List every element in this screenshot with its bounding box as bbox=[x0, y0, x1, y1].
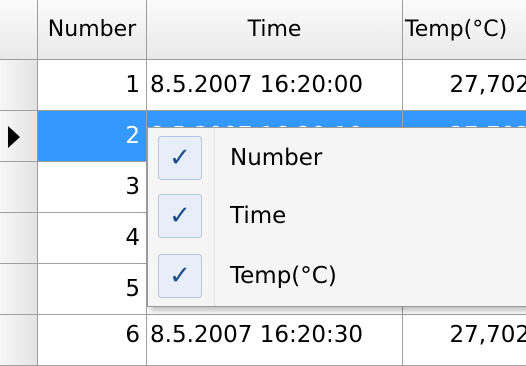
row-indicator-current[interactable] bbox=[0, 111, 38, 162]
checkmark-icon: ✓ bbox=[158, 254, 202, 298]
cell-time[interactable]: 8.5.2007 16:20:00 bbox=[147, 60, 403, 111]
row-indicator[interactable] bbox=[0, 264, 38, 315]
column-header-temp[interactable]: Temp(°C) bbox=[403, 0, 526, 60]
row-indicator[interactable] bbox=[0, 60, 38, 111]
column-header-time[interactable]: Time bbox=[147, 0, 403, 60]
cell-number[interactable]: 3 bbox=[38, 162, 147, 213]
row-indicator[interactable] bbox=[0, 213, 38, 264]
menu-item-label: Temp(°C) bbox=[230, 263, 337, 289]
checkmark-icon: ✓ bbox=[158, 194, 202, 238]
cell-number[interactable]: 4 bbox=[38, 213, 147, 264]
row-indicator[interactable] bbox=[0, 162, 38, 213]
menu-item-label: Time bbox=[230, 203, 287, 229]
cell-number[interactable]: 6 bbox=[38, 315, 147, 366]
row-header-corner bbox=[0, 0, 38, 60]
menu-item-label: Number bbox=[230, 145, 323, 171]
row-indicator[interactable] bbox=[0, 315, 38, 366]
cell-number[interactable]: 1 bbox=[38, 60, 147, 111]
menu-item-temp[interactable]: ✓ Temp(°C) bbox=[148, 250, 526, 302]
cell-temp[interactable]: 27,702 bbox=[403, 315, 526, 366]
column-header-number[interactable]: Number bbox=[38, 0, 147, 60]
column-visibility-context-menu: ✓ Number ✓ Time ✓ Temp(°C) bbox=[147, 127, 526, 307]
cell-temp[interactable]: 27,702 bbox=[403, 60, 526, 111]
cell-number-selected[interactable]: 2 bbox=[38, 111, 147, 162]
cell-time[interactable]: 8.5.2007 16:20:30 bbox=[147, 315, 403, 366]
checkmark-icon: ✓ bbox=[158, 136, 202, 180]
menu-item-number[interactable]: ✓ Number bbox=[148, 132, 526, 184]
menu-item-time[interactable]: ✓ Time bbox=[148, 190, 526, 242]
current-row-arrow-icon bbox=[8, 126, 20, 148]
cell-number[interactable]: 5 bbox=[38, 264, 147, 315]
